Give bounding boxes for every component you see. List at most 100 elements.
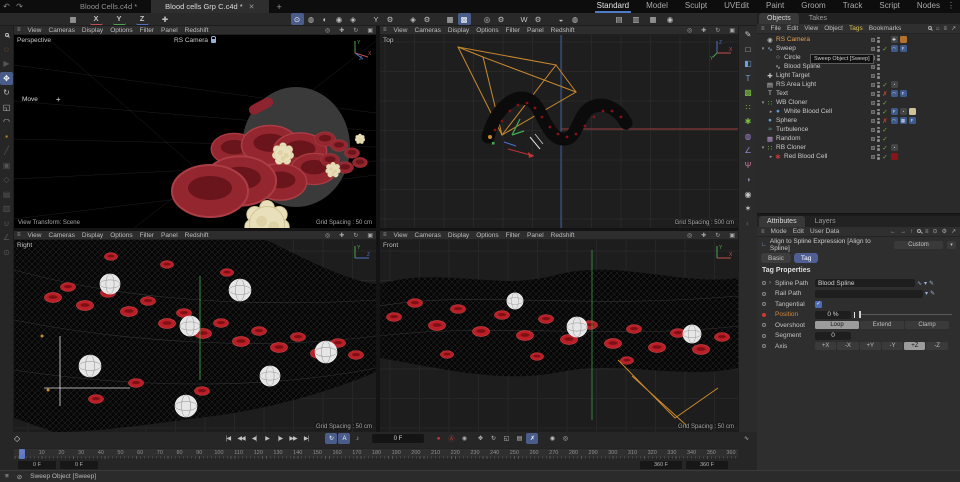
front-canvas[interactable]: Front Y X Grid Spacing : 50 cm bbox=[380, 240, 738, 432]
snap-grid-icon[interactable]: ▩ bbox=[458, 13, 471, 25]
panel-tab-objects[interactable]: Objects bbox=[759, 13, 799, 24]
viewport-menu-icon[interactable]: ≡ bbox=[383, 232, 387, 238]
viewport-menu-panel[interactable]: Panel bbox=[161, 27, 178, 34]
view-maximize-icon[interactable]: ▣ bbox=[367, 27, 373, 34]
polygon-mode-icon[interactable]: ▣ bbox=[0, 159, 13, 172]
objects-menu-object[interactable]: Object bbox=[824, 25, 843, 32]
object-tag[interactable]: F bbox=[891, 108, 898, 115]
viewport-menu-display[interactable]: Display bbox=[82, 232, 103, 239]
redo-icon[interactable]: ↷ bbox=[13, 2, 26, 11]
layout-mode-paint[interactable]: Paint bbox=[764, 0, 786, 13]
viewport-menu-filter[interactable]: Filter bbox=[506, 232, 520, 239]
render-view-icon[interactable]: ▤ bbox=[613, 13, 626, 25]
field-icon[interactable]: ✎ bbox=[930, 290, 935, 297]
viewport-menu-view[interactable]: View bbox=[28, 232, 42, 239]
character-settings-icon[interactable]: ⚙ bbox=[384, 13, 397, 25]
enable-toggle[interactable] bbox=[871, 110, 875, 114]
attributes-menu-edit[interactable]: Edit bbox=[793, 228, 804, 235]
enable-toggle[interactable] bbox=[871, 119, 875, 123]
forward-icon[interactable]: → bbox=[900, 229, 906, 235]
disabled-cross-icon[interactable]: ✗ bbox=[882, 117, 889, 125]
next-key-icon[interactable]: ▶▶ bbox=[287, 433, 299, 444]
character-joint-icon[interactable]: Ψ bbox=[742, 159, 755, 172]
range-start-field[interactable]: 0 F bbox=[60, 461, 98, 469]
filter-icon[interactable]: ≡ bbox=[925, 229, 929, 235]
preset-dropdown[interactable]: Custom bbox=[894, 241, 943, 249]
hair-icon[interactable]: W bbox=[518, 13, 531, 25]
view-rotate-icon[interactable]: ↻ bbox=[715, 27, 720, 34]
close-tab-icon[interactable]: ✕ bbox=[249, 3, 255, 11]
play-icon[interactable]: ▶ bbox=[261, 433, 273, 444]
overflow-menu-icon[interactable]: ⋮ bbox=[947, 1, 955, 10]
enable-toggle[interactable] bbox=[871, 146, 875, 150]
render-settings-icon[interactable]: ▦ bbox=[647, 13, 660, 25]
keyframe-selection-icon[interactable]: ◉ bbox=[458, 433, 470, 444]
material-tag[interactable] bbox=[909, 108, 916, 115]
attributes-menu-user-data[interactable]: User Data bbox=[810, 228, 839, 235]
popout-icon[interactable]: ↗ bbox=[951, 25, 956, 32]
keyframe-dot[interactable] bbox=[762, 323, 766, 327]
enabled-check-icon[interactable]: ✓ bbox=[882, 126, 889, 134]
preset-dropdown-arrow-icon[interactable]: ▾ bbox=[947, 241, 956, 249]
top-canvas[interactable]: Top Z X Y Grid Spacing : 500 cm bbox=[380, 35, 738, 228]
live-selection-icon[interactable]: ◌ bbox=[0, 43, 13, 56]
volume-settings-icon[interactable]: ◍ bbox=[569, 13, 582, 25]
layout-mode-script[interactable]: Script bbox=[877, 0, 901, 13]
back-icon[interactable]: ← bbox=[890, 229, 896, 235]
layout-mode-uvedit[interactable]: UVEdit bbox=[722, 0, 751, 13]
rig-icon[interactable]: ◈ bbox=[407, 13, 420, 25]
perspective-canvas[interactable]: Perspective RS Camera Move+ Y X Z View T… bbox=[14, 35, 376, 228]
attributes-menu-mode[interactable]: Mode bbox=[771, 228, 787, 235]
undo-icon[interactable]: ↶ bbox=[0, 2, 13, 11]
modeling-axis-icon[interactable]: ▦ bbox=[67, 13, 80, 25]
position-slider[interactable] bbox=[859, 314, 952, 315]
workplane-mode-icon[interactable]: ▥ bbox=[0, 202, 13, 215]
expand-icon[interactable]: › bbox=[769, 280, 771, 286]
key-rotation-icon[interactable]: ↻ bbox=[487, 433, 499, 444]
viewport-menu-display[interactable]: Display bbox=[448, 232, 469, 239]
key-position-icon[interactable]: ✥ bbox=[474, 433, 486, 444]
text-object-icon[interactable]: T bbox=[742, 72, 755, 85]
enable-toggle[interactable] bbox=[871, 65, 875, 69]
cloth-icon[interactable]: ◐ bbox=[319, 13, 332, 25]
tree-row[interactable]: ▾∷WB Cloner✓ bbox=[757, 98, 960, 107]
keyframe-dot[interactable] bbox=[762, 344, 766, 348]
viewport-menu-view[interactable]: View bbox=[28, 27, 42, 34]
view-shading-icon[interactable]: ◎ bbox=[687, 232, 692, 239]
snap-toggle-icon[interactable]: ∪ bbox=[0, 217, 13, 230]
sound-icon[interactable]: ♪ bbox=[351, 433, 363, 444]
enabled-check-icon[interactable]: ✓ bbox=[882, 153, 889, 161]
visibility-dots[interactable] bbox=[877, 82, 880, 88]
viewport-menu-redshift[interactable]: Redshift bbox=[185, 232, 209, 239]
enabled-check-icon[interactable]: ✓ bbox=[882, 108, 889, 116]
viewport-menu-icon[interactable]: ≡ bbox=[17, 27, 21, 33]
view-pan-icon[interactable]: ✚ bbox=[339, 232, 344, 239]
rotate-tool-icon[interactable]: ↻ bbox=[0, 86, 13, 99]
points-mode-icon[interactable]: ▪ bbox=[0, 130, 13, 143]
coordinate-system-icon[interactable]: ✚ bbox=[159, 13, 172, 25]
mograph-icon[interactable]: ◎ bbox=[481, 13, 494, 25]
record-keyframe-icon[interactable]: ● bbox=[432, 433, 444, 444]
selection-history-icon[interactable]: ▶ bbox=[0, 57, 13, 70]
enabled-check-icon[interactable]: ✓ bbox=[882, 135, 889, 143]
viewport-menu-filter[interactable]: Filter bbox=[140, 232, 154, 239]
tree-row[interactable]: ▸●White Blood Cell✓F◔ bbox=[757, 107, 960, 116]
viewport-menu-options[interactable]: Options bbox=[110, 27, 132, 34]
spline-tools-icon[interactable]: ◠ bbox=[0, 115, 13, 128]
interactive-render-icon[interactable]: ◉ bbox=[664, 13, 677, 25]
search-icon[interactable] bbox=[928, 26, 932, 32]
key-scale-icon[interactable]: ◱ bbox=[500, 433, 512, 444]
viewport-menu-display[interactable]: Display bbox=[82, 27, 103, 34]
object-tag[interactable]: ✚ bbox=[891, 36, 898, 43]
object-tag[interactable]: ◠ bbox=[891, 90, 898, 97]
popout-icon[interactable]: ↗ bbox=[951, 228, 956, 235]
lock-x-axis[interactable]: X bbox=[90, 13, 103, 25]
object-tag[interactable]: ◔ bbox=[891, 144, 898, 151]
viewport-menu-filter[interactable]: Filter bbox=[140, 27, 154, 34]
softbody-icon[interactable]: ◈ bbox=[347, 13, 360, 25]
quantize-icon[interactable]: ∠ bbox=[0, 231, 13, 244]
tree-row[interactable]: ≈Turbulence✓ bbox=[757, 125, 960, 134]
field-icon[interactable]: ∿ bbox=[917, 280, 922, 287]
simulate-icon[interactable]: ⊙ bbox=[291, 13, 304, 25]
viewport-menu-filter[interactable]: Filter bbox=[506, 27, 520, 34]
